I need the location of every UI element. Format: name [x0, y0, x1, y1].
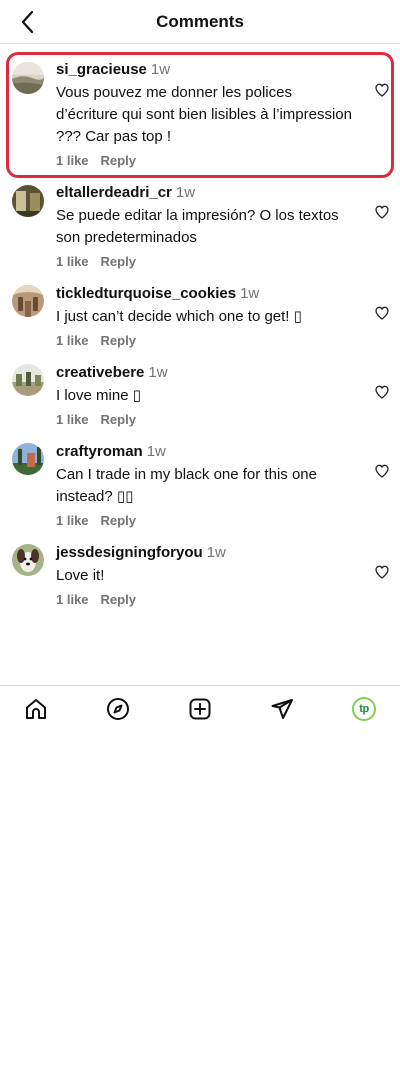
avatar[interactable] — [12, 443, 44, 475]
like-count[interactable]: 1 like — [56, 591, 89, 609]
comment-username[interactable]: jessdesigningforyou — [56, 544, 203, 561]
avatar[interactable] — [12, 185, 44, 217]
comment-text: I just can’t decide which one to get! ▯ — [56, 308, 302, 325]
comment-time: 1w — [148, 364, 168, 381]
bottom-navigation: tp — [0, 685, 400, 731]
avatar[interactable] — [12, 285, 44, 317]
heart-icon[interactable] — [374, 82, 390, 98]
like-count[interactable]: 1 like — [56, 253, 89, 271]
like-count[interactable]: 1 like — [56, 152, 89, 170]
avatar[interactable] — [12, 62, 44, 94]
comment-time: 1w — [146, 443, 166, 460]
comment-username[interactable]: tickledturquoise_cookies — [56, 285, 236, 302]
heart-icon[interactable] — [374, 463, 390, 479]
heart-icon[interactable] — [374, 564, 390, 580]
nav-create[interactable] — [187, 696, 213, 722]
comment-text: I love mine ▯ — [56, 387, 141, 404]
comment-time: 1w — [240, 285, 260, 302]
like-count[interactable]: 1 like — [56, 411, 89, 429]
reply-button[interactable]: Reply — [101, 512, 136, 530]
nav-direct[interactable] — [269, 696, 295, 722]
heart-icon[interactable] — [374, 384, 390, 400]
comment-username[interactable]: craftyroman — [56, 443, 143, 460]
direct-send-icon — [271, 699, 293, 719]
reply-button[interactable]: Reply — [101, 253, 136, 271]
comment-text: Can I trade in my black one for this one… — [56, 466, 317, 505]
create-plus-icon — [189, 698, 211, 720]
profile-avatar-icon: tp — [352, 697, 376, 721]
heart-icon[interactable] — [374, 204, 390, 220]
header-bar: Comments — [0, 0, 400, 44]
nav-explore[interactable] — [105, 696, 131, 722]
comment-username[interactable]: creativebere — [56, 364, 144, 381]
comment-text: Se puede editar la impresión? O los text… — [56, 207, 339, 246]
reply-button[interactable]: Reply — [101, 332, 136, 350]
comment-time: 1w — [150, 61, 171, 78]
nav-profile[interactable]: tp — [351, 696, 377, 722]
reply-button[interactable]: Reply — [101, 411, 136, 429]
nav-home[interactable] — [23, 696, 49, 722]
reply-button[interactable]: Reply — [101, 591, 136, 609]
comment-text: Vous pouvez me donner les polices d’écri… — [56, 84, 352, 145]
home-icon — [26, 699, 46, 719]
comment-text: Love it! — [56, 567, 105, 584]
avatar[interactable] — [12, 364, 44, 396]
comment-username[interactable]: eltallerdeadri_cr — [56, 184, 172, 201]
avatar[interactable] — [12, 544, 44, 576]
comment-username[interactable]: si_gracieuse — [56, 61, 147, 78]
page-title: Comments — [156, 12, 244, 31]
heart-icon[interactable] — [374, 305, 390, 321]
comment-time: 1w — [206, 544, 226, 561]
reply-button[interactable]: Reply — [101, 152, 136, 170]
like-count[interactable]: 1 like — [56, 332, 89, 350]
explore-compass-icon — [107, 698, 129, 720]
like-count[interactable]: 1 like — [56, 512, 89, 530]
comment-time: 1w — [175, 184, 196, 201]
